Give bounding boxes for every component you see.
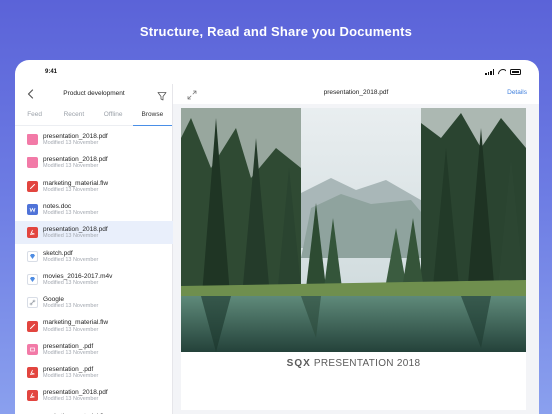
flowchart-file-icon: [27, 180, 38, 192]
headline: Structure, Read and Share you Documents: [139, 24, 413, 39]
sketch-file-icon: [27, 250, 38, 262]
tablet-screen: 9:41 Product development Feed Recent Offli…: [15, 60, 539, 414]
file-meta: marketing_material.flwModified 13 Novemb…: [43, 180, 108, 193]
file-modified: Modified 13 November: [43, 373, 99, 380]
file-row[interactable]: presentation_.pdf Modified 13 November: [15, 361, 173, 384]
file-meta: notes.doc Modified 13 November: [43, 203, 98, 216]
file-row[interactable]: presentation_2018.pdf Modified 13 Novembe…: [15, 151, 173, 174]
battery-icon: [510, 69, 521, 75]
file-modified: Modified 13 November: [43, 326, 99, 333]
document-title: presentation_2018.pdf: [323, 89, 389, 96]
file-modified: Modified 13 November: [43, 186, 99, 193]
status-time: 9:41: [45, 69, 58, 75]
pdf-file-icon: [27, 390, 38, 402]
folder-icon: [27, 157, 38, 169]
file-meta: sketch.pdf Modified 13 November: [43, 250, 98, 263]
file-modified: Modified 13 November: [43, 396, 99, 403]
file-name: marketing_material.flw: [43, 179, 109, 187]
status-bar: 9:41: [15, 60, 539, 84]
presentation-caption: SQX PRESENTATION 2018: [181, 358, 526, 369]
folder-icon: [27, 134, 38, 146]
file-list: presentation_2018.pdf Modified 13 Novembe…: [15, 128, 173, 414]
file-meta: presentation_2018.pdf Modified 13 Novembe…: [43, 156, 108, 169]
status-icons: [485, 69, 521, 75]
file-name: sketch.pdf: [43, 249, 73, 257]
file-name: presentation_2018.pdf: [43, 156, 108, 164]
file-modified: Modified 13 November: [43, 163, 99, 170]
file-meta: Google Modified 13 November: [43, 296, 98, 309]
file-name: notes.doc: [43, 202, 72, 210]
image-file-icon: [27, 343, 38, 355]
file-modified: Modified 13 November: [43, 140, 99, 147]
viewer-header: presentation_2018.pdf Details: [173, 84, 539, 104]
file-modified: Modified 13 November: [43, 349, 99, 356]
file-name: movies_2016-2017.m4v: [43, 272, 113, 280]
sidebar-header: Product development: [15, 84, 172, 106]
document-viewer: presentation_2018.pdf Details SQX PRESEN…: [173, 84, 539, 414]
file-name: presentation_2018.pdf: [43, 226, 108, 234]
file-row[interactable]: presentation_2018.pdf Modified 13 Novembe…: [15, 384, 173, 407]
sidebar: Product development Feed Recent Offline Bro…: [15, 84, 173, 414]
file-modified: Modified 13 November: [43, 303, 99, 310]
word-doc-icon: [27, 204, 38, 216]
file-meta: presentation_.pdf Modified 13 November: [43, 366, 98, 379]
tab-recent[interactable]: Recent: [54, 106, 93, 125]
filter-icon[interactable]: [157, 88, 167, 101]
file-modified: Modified 13 November: [43, 256, 99, 263]
file-row[interactable]: movies_2016-2017.m4v Modified 13 November: [15, 268, 173, 291]
video-file-icon: [27, 273, 38, 285]
pdf-file-icon: [27, 367, 38, 379]
flowchart-file-icon: [27, 320, 38, 332]
file-meta: presentation_.pdf Modified 13 November: [43, 343, 98, 356]
pdf-file-icon: [27, 227, 38, 239]
file-name: presentation_2018.pdf: [43, 133, 108, 141]
details-button[interactable]: Details: [507, 89, 527, 96]
file-row[interactable]: notes.doc Modified 13 November: [15, 198, 173, 221]
tab-feed[interactable]: Feed: [15, 106, 54, 125]
file-row[interactable]: presentation_2018.pdf Modified 13 Novembe…: [15, 128, 173, 151]
caption-text: PRESENTATION 2018: [313, 358, 421, 369]
file-name: presentation_2018.pdf: [43, 389, 108, 397]
file-meta: marketing_material.flwModified 13 Novemb…: [43, 319, 108, 332]
file-modified: Modified 13 November: [43, 279, 99, 286]
file-meta: presentation_2018.pdf Modified 13 Novembe…: [43, 389, 108, 402]
file-name: Google: [43, 296, 64, 304]
signal-icon: [485, 69, 494, 75]
wifi-icon: [498, 69, 506, 75]
document-page[interactable]: SQX PRESENTATION 2018: [181, 108, 526, 410]
tab-browse[interactable]: Browse: [132, 106, 173, 126]
tab-offline[interactable]: Offline: [94, 106, 133, 125]
link-icon: [27, 297, 38, 309]
file-modified: Modified 13 November: [43, 233, 99, 240]
file-row[interactable]: Google Modified 13 November: [15, 291, 173, 314]
lake-forest-photo: [181, 108, 526, 352]
file-name: presentation_.pdf: [43, 342, 94, 350]
file-meta: presentation_2018.pdf Modified 13 Novembe…: [43, 226, 108, 239]
file-row[interactable]: marketing_material.flwModified 13 Novemb…: [15, 175, 173, 198]
file-row[interactable]: presentation_.pdf Modified 13 November: [15, 338, 173, 361]
caption-brand: SQX: [286, 358, 311, 369]
file-row[interactable]: marketing_material.flwModified 13 Novemb…: [15, 408, 173, 414]
file-row[interactable]: sketch.pdf Modified 13 November: [15, 244, 173, 267]
file-row[interactable]: presentation_2018.pdf Modified 13 Novembe…: [15, 221, 173, 245]
file-row[interactable]: marketing_material.flwModified 13 Novemb…: [15, 314, 173, 337]
file-name: presentation_.pdf: [43, 366, 94, 374]
file-modified: Modified 13 November: [43, 210, 99, 217]
file-meta: presentation_2018.pdf Modified 13 Novembe…: [43, 133, 108, 146]
file-name: marketing_material.flw: [43, 319, 109, 327]
file-meta: movies_2016-2017.m4v Modified 13 November: [43, 273, 112, 286]
view-tabs: Feed Recent Offline Browse: [15, 106, 173, 126]
folder-title: Product development: [63, 90, 125, 97]
